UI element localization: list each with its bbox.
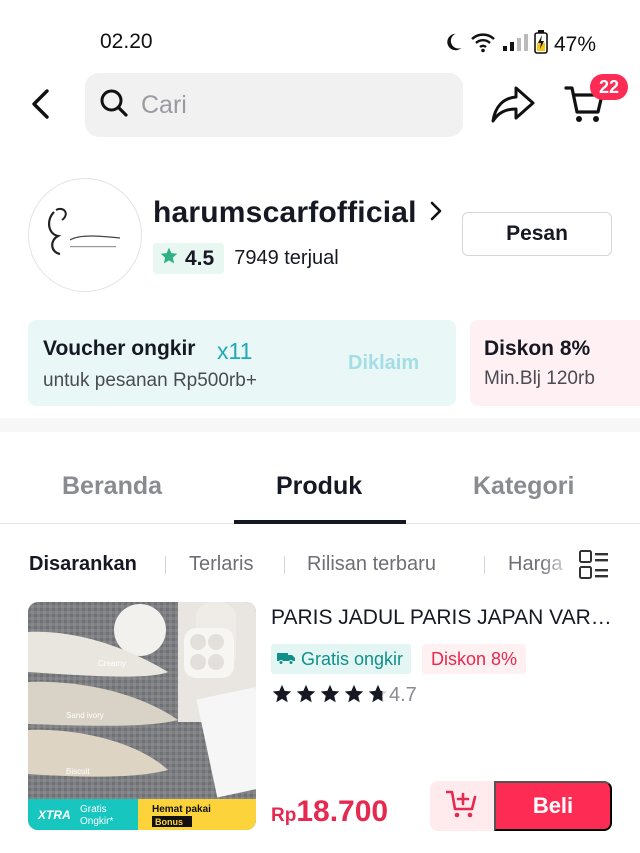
rating-star-icon [344,684,364,703]
product-title[interactable]: PARIS JADUL PARIS JAPAN VARIASI [271,606,616,630]
chevron-right-icon [429,200,443,227]
list-grid-icon [578,550,610,586]
voucher-multiplier: x11 [217,338,253,364]
price-currency: Rp [271,805,297,826]
discount-tag: Diskon 8% [422,644,527,674]
tab-kategori[interactable]: Kategori [473,472,574,501]
battery-percent: 47% [553,32,596,56]
shop-sold-count: 7949 terjual [234,247,339,269]
buy-button[interactable]: Beli [494,781,612,831]
shop-tabs: Beranda Produk Kategori [0,432,640,524]
voucher-title: Voucher ongkir [43,337,196,360]
rating-star-icon [296,684,316,703]
status-time: 02.20 [100,30,153,53]
product-price: Rp 18.700 [271,795,388,829]
free-shipping-tag: Gratis ongkir [271,644,412,674]
active-tab-indicator [234,520,406,524]
image-label-creamy: Creamy [98,659,126,668]
section-divider [0,418,640,432]
filter-disarankan[interactable]: Disarankan [29,553,137,576]
message-button[interactable]: Pesan [462,212,612,256]
tab-beranda[interactable]: Beranda [62,472,162,501]
filter-fade [540,540,576,590]
filter-rilisan-terbaru[interactable]: Rilisan terbaru [307,553,436,576]
filter-separator [165,556,166,574]
shop-rating-badge: 4.5 [153,243,225,274]
search-icon [99,88,129,123]
filter-separator [284,556,285,574]
image-free-line1: Gratis [80,804,107,815]
status-icons: 47% [442,30,596,59]
cart-plus-icon [445,789,478,824]
search-input[interactable]: Cari [85,73,463,137]
image-free-line2: Ongkir* [80,816,113,827]
price-amount: 18.700 [296,795,389,828]
voucher-subtitle: Min.Blj 120rb [484,368,595,389]
layout-toggle-button[interactable] [578,548,610,582]
voucher-subtitle: untuk pesanan Rp500rb+ [43,370,257,391]
rating-star-icon [368,684,388,703]
shop-logo[interactable] [28,178,142,292]
free-shipping-label: Gratis ongkir [301,648,404,669]
add-to-cart-button[interactable] [430,781,494,831]
signal-icon [502,32,528,57]
sort-filter-bar: Disarankan Terlaris Rilisan terbaru Harg… [0,540,640,590]
rating-star-icon [272,684,292,703]
back-button[interactable] [22,86,58,126]
shop-name-row[interactable]: harumscarfofficial [153,196,443,230]
image-promo-line1: Hemat pakai [152,804,211,815]
filter-terlaris[interactable]: Terlaris [189,553,253,576]
discount-label: Diskon 8% [431,648,518,669]
wifi-icon [470,31,496,58]
product-rating: 4.7 [389,684,417,706]
image-label-sand-ivory: Sand ivory [66,711,104,720]
status-bar: 02.20 47% [0,0,640,70]
star-icon [159,246,179,271]
share-arrow-icon [490,84,536,129]
tab-produk[interactable]: Produk [276,472,362,501]
product-image[interactable]: Creamy Sand ivory Biscuit XTRA Gratis On… [28,602,256,830]
moon-icon [442,31,464,58]
filter-separator [484,556,485,574]
product-star-rating [271,683,389,705]
rating-star-icon [320,684,340,703]
cart-count-badge: 22 [590,74,628,100]
shop-stats: 4.5 7949 terjual [153,243,339,274]
voucher-title: Diskon 8% [484,337,591,360]
discount-voucher[interactable]: Diskon 8% Min.Blj 120rb [470,320,640,406]
image-xtra-label: XTRA [37,808,71,822]
image-label-biscuit: Biscuit [66,767,90,776]
truck-icon [277,649,295,670]
voucher-claimed-status: Diklaim [348,352,420,374]
image-promo-line2: Bonus [155,817,183,827]
battery-charging-icon [534,30,548,59]
search-placeholder: Cari [141,90,187,119]
chevron-left-icon [29,88,51,125]
shop-name: harumscarfofficial [153,196,417,229]
share-button[interactable] [488,82,538,130]
shop-rating: 4.5 [185,246,215,270]
shipping-voucher[interactable]: Voucher ongkir x11 untuk pesanan Rp500rb… [28,320,456,406]
